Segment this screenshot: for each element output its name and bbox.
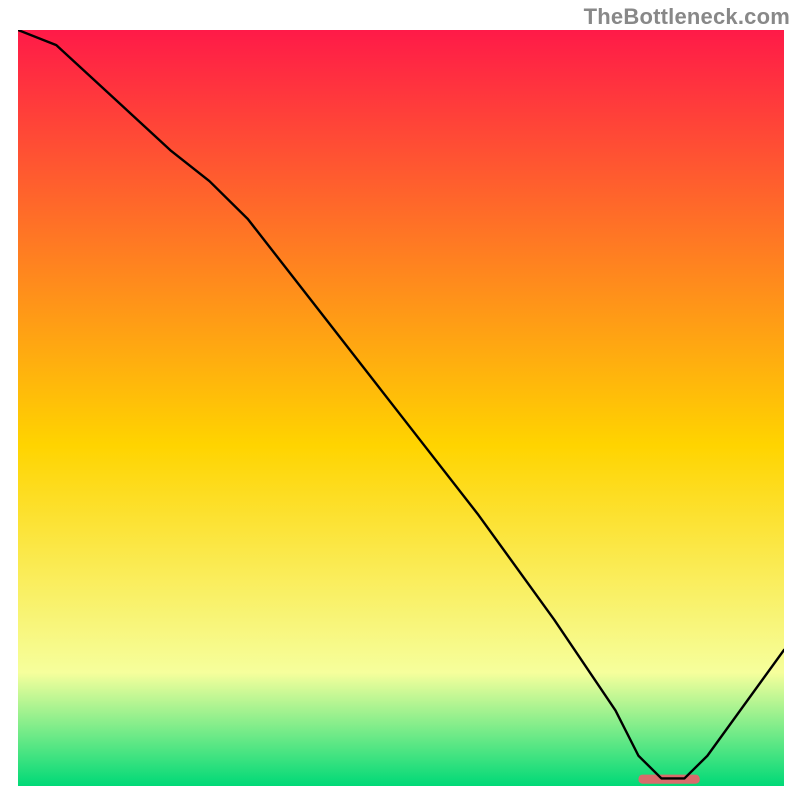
watermark-text: TheBottleneck.com	[584, 4, 790, 30]
plot-area	[18, 30, 784, 786]
gradient-background	[18, 30, 784, 786]
plot-svg	[18, 30, 784, 786]
chart-root: TheBottleneck.com	[0, 0, 800, 800]
